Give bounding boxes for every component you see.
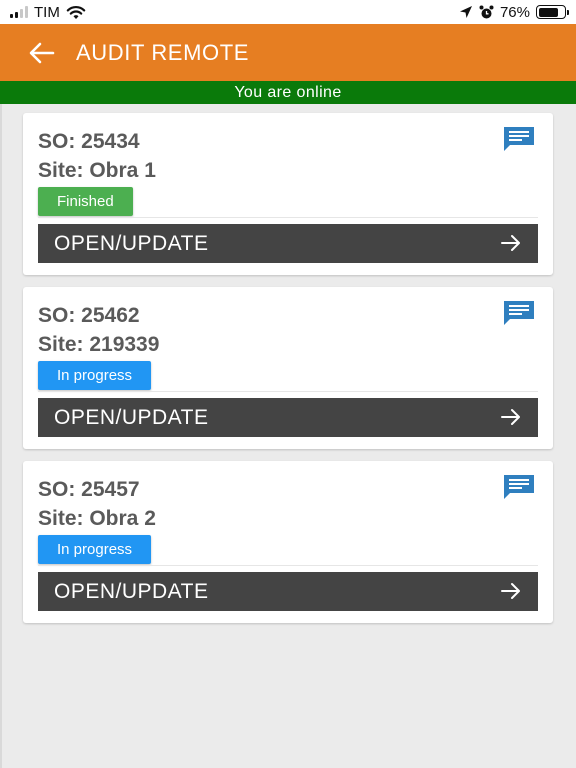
open-update-button[interactable]: OPEN/UPDATE (38, 398, 538, 437)
status-bar: TIM 76% (0, 0, 576, 24)
left-edge-divider (0, 104, 2, 768)
open-update-button[interactable]: OPEN/UPDATE (38, 572, 538, 611)
battery-percent: 76% (499, 3, 530, 21)
order-card: SO: 25434 Site: Obra 1 Finished OPEN/UPD… (23, 113, 553, 275)
chat-icon[interactable] (502, 300, 536, 326)
open-update-label: OPEN/UPDATE (54, 579, 209, 603)
wifi-icon (66, 5, 86, 19)
order-list: SO: 25434 Site: Obra 1 Finished OPEN/UPD… (23, 113, 553, 635)
status-right: 76% (459, 3, 569, 21)
arrow-right-icon (501, 583, 520, 599)
card-divider (38, 391, 538, 392)
open-update-button[interactable]: OPEN/UPDATE (38, 224, 538, 263)
chat-icon[interactable] (502, 474, 536, 500)
online-status-banner: You are online (0, 81, 576, 104)
order-so-number: SO: 25434 (38, 130, 140, 153)
location-icon (459, 6, 472, 18)
battery-icon (536, 5, 569, 19)
carrier-label: TIM (34, 3, 60, 21)
order-card: SO: 25457 Site: Obra 2 In progress OPEN/… (23, 461, 553, 623)
order-site: Site: Obra 1 (38, 159, 156, 182)
card-divider (38, 565, 538, 566)
app-bar: AUDIT REMOTE (0, 24, 576, 81)
open-update-label: OPEN/UPDATE (54, 231, 209, 255)
status-badge: Finished (38, 187, 133, 216)
battery-fill (538, 7, 558, 17)
arrow-right-icon (501, 409, 520, 425)
status-badge: In progress (38, 361, 152, 390)
signal-icon (10, 6, 28, 18)
order-so-number: SO: 25457 (38, 478, 140, 501)
order-so-number: SO: 25462 (38, 304, 140, 327)
page-title: AUDIT REMOTE (76, 39, 250, 65)
status-badge: In progress (38, 535, 152, 564)
alarm-icon (479, 5, 494, 18)
card-divider (38, 217, 538, 218)
order-site: Site: Obra 2 (38, 507, 156, 530)
back-arrow-icon[interactable] (28, 39, 56, 67)
order-card: SO: 25462 Site: 219339 In progress OPEN/… (23, 287, 553, 449)
status-left: TIM (10, 4, 86, 21)
order-site: Site: 219339 (38, 333, 160, 356)
arrow-right-icon (501, 235, 520, 251)
open-update-label: OPEN/UPDATE (54, 405, 209, 429)
chat-icon[interactable] (502, 126, 536, 152)
